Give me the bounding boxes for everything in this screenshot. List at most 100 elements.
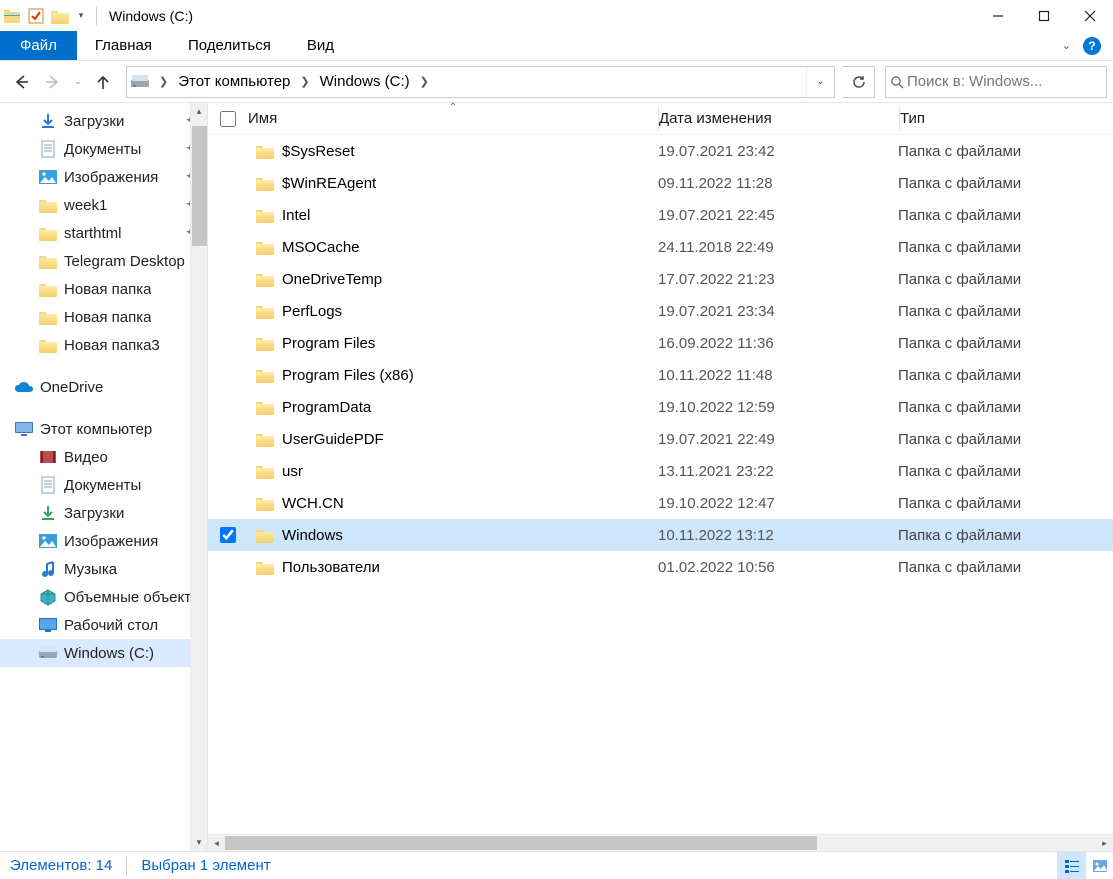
row-checkbox[interactable] xyxy=(208,527,248,543)
sidebar-item[interactable]: Этот компьютер xyxy=(0,415,207,443)
sidebar-item[interactable]: week1 xyxy=(0,191,207,219)
file-row[interactable]: UserGuidePDF19.07.2021 22:49Папка с файл… xyxy=(208,423,1113,455)
sidebar-item[interactable]: Загрузки xyxy=(0,499,207,527)
sidebar-item[interactable]: Новая папка xyxy=(0,303,207,331)
file-name-label: Program Files (x86) xyxy=(282,367,414,384)
sidebar-item-label: Документы xyxy=(64,477,141,494)
titlebar-separator xyxy=(96,7,97,25)
sidebar-item[interactable]: Рабочий стол xyxy=(0,611,207,639)
file-date-cell: 16.09.2022 11:36 xyxy=(658,335,898,352)
file-row[interactable]: Program Files (x86)10.11.2022 11:48Папка… xyxy=(208,359,1113,391)
file-name-label: usr xyxy=(282,463,303,480)
file-row[interactable]: Intel19.07.2021 22:45Папка с файлами xyxy=(208,199,1113,231)
sidebar-item[interactable]: Новая папка3 xyxy=(0,331,207,359)
recent-locations-icon[interactable]: ⌄ xyxy=(70,76,86,87)
sidebar-item-label: Загрузки xyxy=(64,113,124,130)
file-name-label: ProgramData xyxy=(282,399,371,416)
address-bar[interactable]: ❯ Этот компьютер ❯ Windows (C:) ❯ ⌄ xyxy=(126,66,835,98)
sidebar-item[interactable]: Windows (C:) xyxy=(0,639,207,667)
file-row[interactable]: Windows10.11.2022 13:12Папка с файлами xyxy=(208,519,1113,551)
explorer-icon xyxy=(0,0,24,31)
file-row[interactable]: OneDriveTemp17.07.2022 21:23Папка с файл… xyxy=(208,263,1113,295)
breadcrumb-chevron-icon[interactable]: ❯ xyxy=(294,75,315,88)
select-all-checkbox[interactable] xyxy=(208,111,248,127)
minimize-button[interactable] xyxy=(975,0,1021,31)
status-item-count: Элементов: 14 xyxy=(10,857,112,874)
scrollbar-thumb[interactable] xyxy=(192,126,207,246)
maximize-button[interactable] xyxy=(1021,0,1067,31)
sidebar-scrollbar[interactable]: ▴ ▾ xyxy=(190,103,207,851)
file-row[interactable]: PerfLogs19.07.2021 23:34Папка с файлами xyxy=(208,295,1113,327)
refresh-button[interactable] xyxy=(843,66,875,98)
file-date-cell: 10.11.2022 13:12 xyxy=(658,527,898,544)
file-type-cell: Папка с файлами xyxy=(898,207,1113,224)
sidebar-item-label: Этот компьютер xyxy=(40,421,152,438)
file-row[interactable]: WCH.CN19.10.2022 12:47Папка с файлами xyxy=(208,487,1113,519)
breadcrumb-drive-c[interactable]: Windows (C:) xyxy=(316,67,414,97)
documents-icon xyxy=(38,139,58,159)
sidebar-item[interactable]: Видео xyxy=(0,443,207,471)
properties-qat-icon[interactable] xyxy=(24,0,48,31)
thumbnails-view-button[interactable] xyxy=(1085,852,1113,879)
scroll-left-icon[interactable]: ◂ xyxy=(208,835,225,851)
file-name-label: UserGuidePDF xyxy=(282,431,384,448)
column-date[interactable]: Дата изменения xyxy=(659,110,899,127)
details-view-button[interactable] xyxy=(1057,852,1085,879)
file-date-cell: 01.02.2022 10:56 xyxy=(658,559,898,576)
horizontal-scrollbar[interactable]: ◂ ▸ xyxy=(208,834,1113,851)
close-button[interactable] xyxy=(1067,0,1113,31)
sidebar-item[interactable]: Новая папка xyxy=(0,275,207,303)
new-folder-qat-icon[interactable] xyxy=(48,0,72,31)
scroll-up-icon[interactable]: ▴ xyxy=(191,103,207,120)
file-row[interactable]: ProgramData19.10.2022 12:59Папка с файла… xyxy=(208,391,1113,423)
file-type-cell: Папка с файлами xyxy=(898,143,1113,160)
sidebar-item[interactable]: Документы xyxy=(0,135,207,163)
qat-dropdown-icon[interactable]: ▾ xyxy=(72,10,90,21)
ribbon-expand-icon[interactable]: ⌄ xyxy=(1062,39,1071,52)
column-name[interactable]: ⌃ Имя xyxy=(248,110,658,127)
address-dropdown-icon[interactable]: ⌄ xyxy=(806,67,834,97)
back-button[interactable] xyxy=(6,67,36,97)
sidebar-item[interactable]: Изображения xyxy=(0,527,207,555)
breadcrumb-chevron-icon[interactable]: ❯ xyxy=(153,75,174,88)
breadcrumb-chevron-icon[interactable]: ❯ xyxy=(414,75,435,88)
file-row[interactable]: $WinREAgent09.11.2022 11:28Папка с файла… xyxy=(208,167,1113,199)
folder-icon xyxy=(256,272,274,286)
sidebar-item-label: Изображения xyxy=(64,533,158,550)
up-button[interactable] xyxy=(88,67,118,97)
search-box[interactable] xyxy=(885,66,1107,98)
file-row[interactable]: Program Files16.09.2022 11:36Папка с фай… xyxy=(208,327,1113,359)
file-row[interactable]: MSOCache24.11.2018 22:49Папка с файлами xyxy=(208,231,1113,263)
file-date-cell: 19.07.2021 23:42 xyxy=(658,143,898,160)
scroll-down-icon[interactable]: ▾ xyxy=(191,834,207,851)
folder-icon xyxy=(256,176,274,190)
sidebar-item[interactable]: Telegram Desktop xyxy=(0,247,207,275)
sidebar-item-label: Документы xyxy=(64,141,141,158)
sidebar-item-label: Новая папка xyxy=(64,309,151,326)
file-type-cell: Папка с файлами xyxy=(898,431,1113,448)
scroll-right-icon[interactable]: ▸ xyxy=(1096,835,1113,851)
sidebar-item[interactable]: starthtml xyxy=(0,219,207,247)
sidebar-item[interactable]: Музыка xyxy=(0,555,207,583)
file-type-cell: Папка с файлами xyxy=(898,399,1113,416)
tab-share[interactable]: Поделиться xyxy=(170,31,289,60)
column-type[interactable]: Тип xyxy=(900,110,1113,127)
file-row[interactable]: Пользователи01.02.2022 10:56Папка с файл… xyxy=(208,551,1113,583)
breadcrumb-this-pc[interactable]: Этот компьютер xyxy=(174,67,294,97)
sidebar-item[interactable]: OneDrive xyxy=(0,373,207,401)
file-name-label: Program Files xyxy=(282,335,375,352)
sidebar-item[interactable]: Изображения xyxy=(0,163,207,191)
sidebar-item[interactable]: Объемные объекты xyxy=(0,583,207,611)
sidebar-item[interactable]: Документы xyxy=(0,471,207,499)
file-tab[interactable]: Файл xyxy=(0,31,77,60)
forward-button[interactable] xyxy=(38,67,68,97)
column-date-label: Дата изменения xyxy=(659,110,772,127)
sidebar-item[interactable]: Загрузки xyxy=(0,107,207,135)
scrollbar-thumb[interactable] xyxy=(225,836,817,850)
file-row[interactable]: $SysReset19.07.2021 23:42Папка с файлами xyxy=(208,135,1113,167)
help-button[interactable]: ? xyxy=(1083,37,1101,55)
file-row[interactable]: usr13.11.2021 23:22Папка с файлами xyxy=(208,455,1113,487)
search-input[interactable] xyxy=(907,73,1106,90)
tab-view[interactable]: Вид xyxy=(289,31,352,60)
tab-home[interactable]: Главная xyxy=(77,31,170,60)
